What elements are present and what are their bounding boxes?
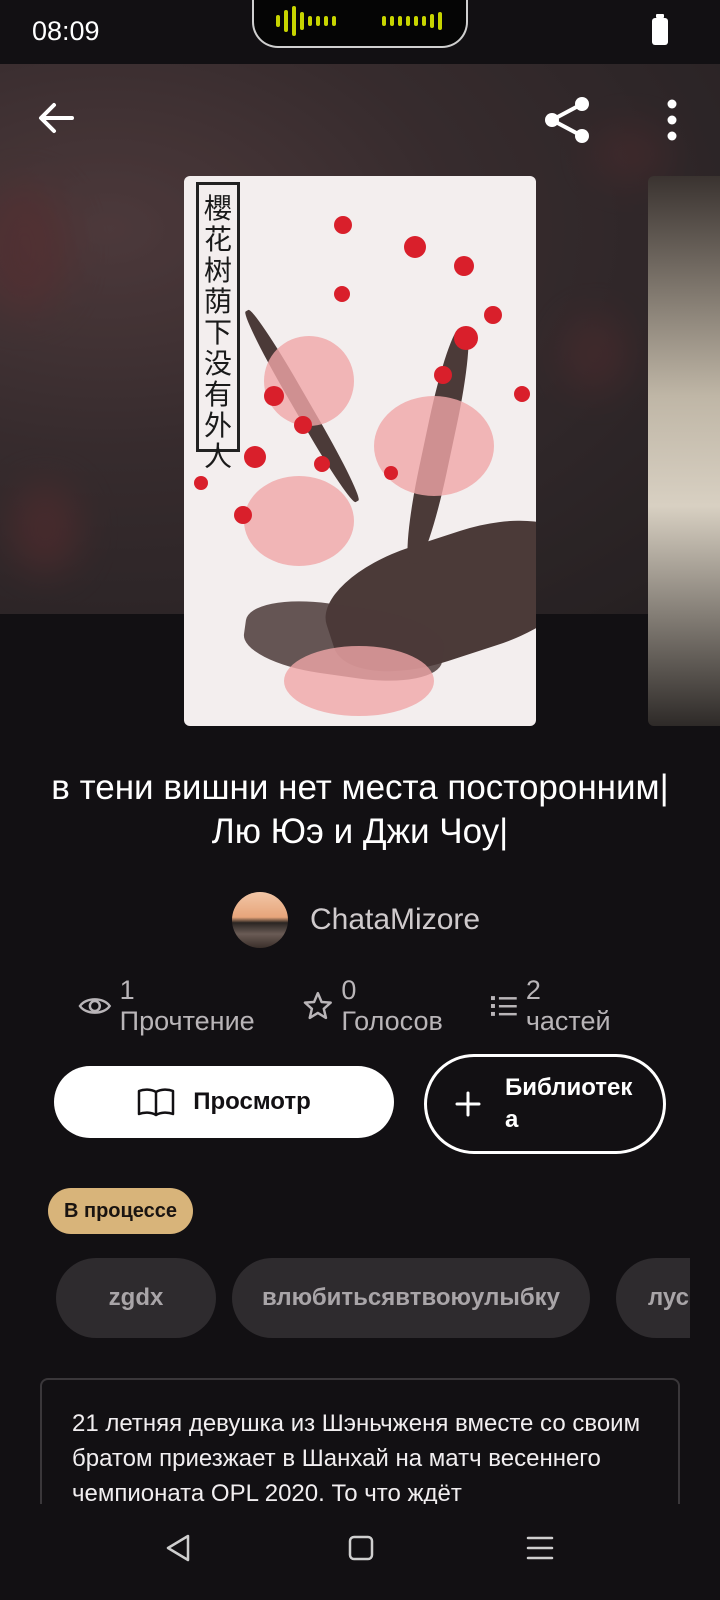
back-arrow-icon[interactable] [34, 96, 78, 140]
parts-count: 2 частей [525, 975, 611, 1036]
list-icon [491, 996, 517, 1016]
eye-icon [78, 998, 112, 1014]
menu-lines-icon[interactable] [526, 1532, 554, 1564]
cover-title-char: 人 [203, 440, 232, 473]
description-card[interactable]: 21 летняя девушка из Шэньчженя вместе со… [40, 1378, 680, 1508]
read-button-label: Просмотр [193, 1088, 311, 1115]
book-title: в тени вишни нет места посторонним|Лю Юэ… [51, 768, 669, 851]
tag-chip[interactable]: лус [616, 1258, 690, 1338]
status-bar: 08:09 [0, 0, 720, 64]
reads-stat: 1 Прочтение [78, 975, 276, 1037]
open-book-icon [137, 1088, 175, 1117]
reads-count: 1 Прочтение [119, 975, 255, 1036]
status-time: 08:09 [32, 16, 100, 46]
cover-title-char: 有 [203, 378, 232, 411]
more-vertical-icon[interactable] [656, 96, 688, 144]
parts-stat: 2 частей [490, 975, 632, 1037]
author-name[interactable]: ChataMizore [310, 903, 480, 937]
status-badge: В процессе [48, 1188, 194, 1234]
author-row[interactable]: ChataMizore [232, 892, 480, 948]
add-to-library-button[interactable]: Библиотека [424, 1054, 666, 1154]
cover-title-char: 荫 [203, 285, 232, 318]
cover-title-char: 外 [203, 409, 232, 442]
votes-stat: 0 Голосов [302, 975, 464, 1037]
tag-chip[interactable]: влюбитьсявтвоюулыбку [232, 1258, 590, 1338]
cover-title-char: 没 [203, 347, 232, 380]
book-cover: 櫻花树荫下没有外人 [184, 176, 536, 726]
home-square-icon[interactable] [348, 1532, 374, 1564]
cover-title-box: 櫻花树荫下没有外人 [196, 182, 240, 472]
battery-icon [652, 14, 668, 45]
back-triangle-icon[interactable] [164, 1532, 192, 1564]
camera-notch [252, 0, 468, 48]
cover-title-char: 花 [203, 223, 232, 256]
read-button[interactable]: Просмотр [54, 1066, 394, 1138]
cover-title-char: 树 [203, 254, 232, 287]
cover-title-char: 下 [203, 316, 232, 349]
star-icon [303, 991, 332, 1020]
next-book-cover[interactable] [648, 176, 720, 726]
system-nav-bar [0, 1504, 720, 1600]
cover-title-char: 櫻 [203, 192, 232, 225]
votes-count: 0 Голосов [341, 975, 443, 1036]
book-description: 21 летняя девушка из Шэньчженя вместе со… [72, 1410, 641, 1507]
author-avatar[interactable] [232, 892, 288, 948]
share-icon[interactable] [542, 94, 594, 146]
book-stats: 1 Прочтение 0 Голосов 2 частей [78, 975, 658, 1036]
tags-row[interactable]: zgdx влюбитьсявтвоюулыбку лус [56, 1258, 690, 1338]
plus-icon [455, 1091, 481, 1117]
tag-chip[interactable]: zgdx [56, 1258, 216, 1338]
library-button-label: Библиотека [505, 1074, 633, 1133]
